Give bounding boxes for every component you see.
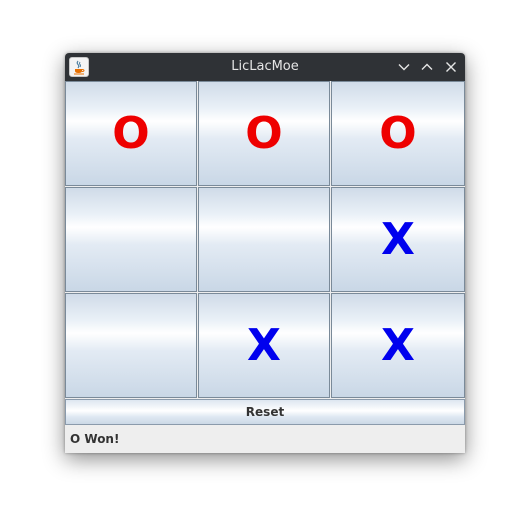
title-bar[interactable]: LicLacMoe	[65, 53, 465, 81]
board-cell-4[interactable]	[65, 187, 197, 292]
board-cell-3[interactable]: O	[331, 81, 465, 186]
board-cell-7[interactable]	[65, 293, 197, 398]
game-board: O O O X X X	[65, 81, 465, 399]
board-cell-2[interactable]: O	[198, 81, 330, 186]
board-cell-6[interactable]: X	[331, 187, 465, 292]
board-cell-5[interactable]	[198, 187, 330, 292]
chevron-up-icon	[421, 63, 433, 70]
close-button[interactable]	[443, 59, 459, 75]
chevron-down-icon	[398, 64, 410, 71]
reset-button[interactable]: Reset	[65, 399, 465, 425]
maximize-button[interactable]	[419, 59, 435, 75]
board-cell-9[interactable]: X	[331, 293, 465, 398]
app-window: LicLacMoe O O O X X X Reset O Won!	[65, 53, 465, 453]
board-cell-8[interactable]: X	[198, 293, 330, 398]
board-cell-1[interactable]: O	[65, 81, 197, 186]
minimize-button[interactable]	[396, 59, 412, 75]
close-icon	[446, 62, 456, 72]
status-label: O Won!	[70, 432, 120, 446]
